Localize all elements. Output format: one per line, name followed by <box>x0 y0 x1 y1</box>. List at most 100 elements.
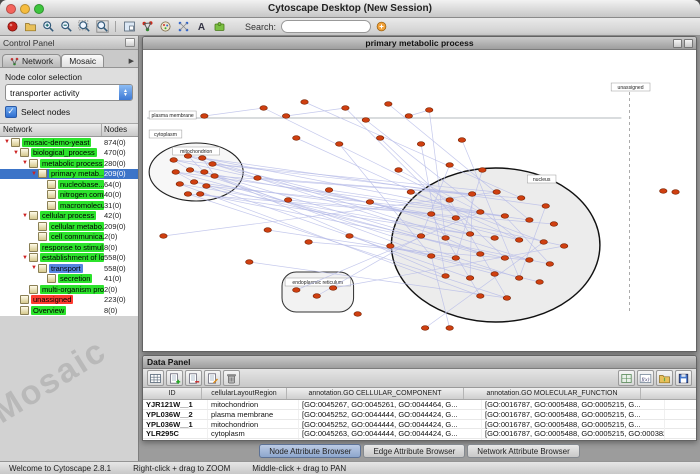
expand-triangle-icon[interactable]: ▼ <box>21 160 29 166</box>
zoom-in-icon[interactable] <box>40 19 56 34</box>
tab-mosaic[interactable]: Mosaic <box>61 54 104 67</box>
import-attributes-icon[interactable] <box>656 370 673 386</box>
network-node[interactable] <box>428 254 435 259</box>
data-panel-titlebar[interactable]: Data Panel <box>143 356 696 369</box>
network-node[interactable] <box>184 192 191 197</box>
network-node[interactable] <box>254 176 261 181</box>
network-node[interactable] <box>550 222 557 227</box>
network-node[interactable] <box>176 182 183 187</box>
network-node[interactable] <box>491 236 498 241</box>
column-header[interactable]: annotation.GO CELLULAR_COMPONENT <box>287 388 464 399</box>
network-node[interactable] <box>293 136 300 141</box>
network-node[interactable] <box>246 260 253 265</box>
network-node[interactable] <box>491 272 498 277</box>
network-node[interactable] <box>362 118 369 123</box>
network-node[interactable] <box>428 212 435 217</box>
network-node[interactable] <box>446 326 453 331</box>
float-panel-icon[interactable] <box>125 38 135 47</box>
tab-overflow-icon[interactable]: ▶ <box>129 57 136 67</box>
tree-item[interactable]: cell communica...2(0) <box>0 232 138 243</box>
tab-node-attribute-browser[interactable]: Node Attribute Browser <box>259 444 361 458</box>
network-node[interactable] <box>526 218 533 223</box>
tree-item[interactable]: cellular metabo...209(0) <box>0 221 138 232</box>
annotation-icon[interactable]: A <box>193 19 209 34</box>
network-node[interactable] <box>493 190 500 195</box>
network-node[interactable] <box>501 214 508 219</box>
expand-triangle-icon[interactable]: ▼ <box>21 213 29 219</box>
table-row[interactable]: YJR121W__1mitochondrion[GO:0045267, GO:0… <box>143 400 696 410</box>
network-node[interactable] <box>160 234 167 239</box>
column-header[interactable]: annotation.GO MOLECULAR_FUNCTION <box>464 388 641 399</box>
network-node[interactable] <box>466 232 473 237</box>
network-node[interactable] <box>501 256 508 261</box>
enhanced-search-icon[interactable] <box>373 19 389 34</box>
close-window-button[interactable] <box>6 4 16 14</box>
table-row[interactable]: YPL036W__1mitochondrion[GO:0045252, GO:0… <box>143 420 696 430</box>
network-node[interactable] <box>211 174 218 179</box>
tree-item[interactable]: response to stimul...8(0) <box>0 242 138 253</box>
network-node[interactable] <box>515 276 522 281</box>
network-node[interactable] <box>203 184 210 189</box>
network-node[interactable] <box>172 170 179 175</box>
network-node[interactable] <box>477 252 484 257</box>
first-neighbors-icon[interactable] <box>139 19 155 34</box>
network-node[interactable] <box>542 204 549 209</box>
network-node[interactable] <box>395 168 402 173</box>
network-node[interactable] <box>284 198 291 203</box>
network-node[interactable] <box>672 190 679 195</box>
network-node[interactable] <box>503 296 510 301</box>
zoom-out-icon[interactable] <box>58 19 74 34</box>
expand-triangle-icon[interactable]: ▼ <box>12 150 20 156</box>
zoom-window-button[interactable] <box>34 4 44 14</box>
network-node[interactable] <box>417 142 424 147</box>
network-node[interactable] <box>190 180 197 185</box>
new-network-icon[interactable] <box>4 19 20 34</box>
rename-attribute-icon[interactable] <box>204 370 221 386</box>
overview-window-icon[interactable] <box>121 19 137 34</box>
network-canvas[interactable]: plasma membranecytoplasmmitochondrionnuc… <box>143 50 696 351</box>
network-node[interactable] <box>201 114 208 119</box>
network-node[interactable] <box>313 294 320 299</box>
network-node[interactable] <box>264 228 271 233</box>
network-node[interactable] <box>366 200 373 205</box>
column-header[interactable]: ID <box>143 388 202 399</box>
network-node[interactable] <box>540 240 547 245</box>
network-node[interactable] <box>426 108 433 113</box>
formula-icon[interactable]: f(x) <box>637 370 654 386</box>
tree-item[interactable]: nucleobase...64(0) <box>0 179 138 190</box>
tab-network-attribute-browser[interactable]: Network Attribute Browser <box>467 444 579 458</box>
network-node[interactable] <box>452 256 459 261</box>
frame-maximize-icon[interactable] <box>684 39 693 48</box>
minimize-window-button[interactable] <box>20 4 30 14</box>
network-node[interactable] <box>209 162 216 167</box>
network-node[interactable] <box>301 100 308 105</box>
network-node[interactable] <box>479 168 486 173</box>
network-node[interactable] <box>201 170 208 175</box>
network-node[interactable] <box>260 106 267 111</box>
zoom-selected-icon[interactable] <box>76 19 92 34</box>
network-node[interactable] <box>405 114 412 119</box>
table-row[interactable]: YPL036W__2plasma membrane[GO:0045252, GO… <box>143 410 696 420</box>
layout-icon[interactable] <box>175 19 191 34</box>
network-node[interactable] <box>387 244 394 249</box>
expand-triangle-icon[interactable]: ▼ <box>30 171 38 177</box>
network-node[interactable] <box>468 192 475 197</box>
network-node[interactable] <box>354 312 361 317</box>
tree-item[interactable]: Overview8(0) <box>0 305 138 316</box>
network-node[interactable] <box>184 154 191 159</box>
tree-item[interactable]: ▼transport558(0) <box>0 263 138 274</box>
vizmapper-icon[interactable] <box>157 19 173 34</box>
network-node[interactable] <box>442 274 449 279</box>
network-node[interactable] <box>466 276 473 281</box>
network-node[interactable] <box>325 188 332 193</box>
matrix-icon[interactable] <box>618 370 635 386</box>
tree-item[interactable]: ▼cellular process42(0) <box>0 211 138 222</box>
column-header[interactable]: cellularLayoutRegion <box>202 388 287 399</box>
network-node[interactable] <box>515 238 522 243</box>
import-network-icon[interactable] <box>22 19 38 34</box>
network-node[interactable] <box>536 280 543 285</box>
network-node[interactable] <box>305 240 312 245</box>
table-row[interactable]: YKR052Ccytoplasm[GO:0044444, GO:0044424,… <box>143 439 696 440</box>
tab-edge-attribute-browser[interactable]: Edge Attribute Browser <box>363 444 465 458</box>
network-node[interactable] <box>376 136 383 141</box>
